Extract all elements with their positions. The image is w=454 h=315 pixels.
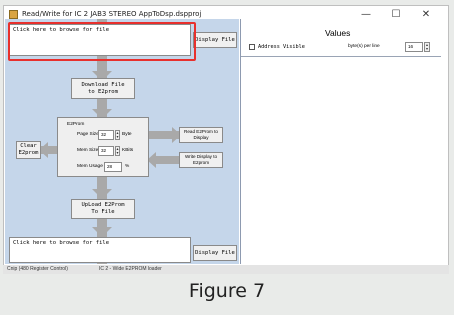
mem-size-spinner[interactable]: ▴ ▾ xyxy=(115,146,120,156)
mem-usage-label: Mem Usage xyxy=(77,164,103,169)
eeprom-panel: E2Prom Page Size 32 ▴ ▾ Byte Mem Size 32 … xyxy=(57,117,149,177)
arrow-down-icon xyxy=(92,227,112,237)
mem-size-input[interactable]: 32 xyxy=(98,146,114,156)
mem-usage-value: 28 xyxy=(104,162,122,172)
bytes-per-line-spinner[interactable]: ▴ ▾ xyxy=(424,42,430,52)
status-text-left: Cnip (480 Register Control) xyxy=(7,266,68,272)
clear-eeprom-button[interactable]: Clear E2prom xyxy=(16,141,41,159)
status-text-right: IC 2 - Wide E2PROM loader xyxy=(99,266,162,272)
annotation-highlight xyxy=(8,22,196,61)
arrow-down-icon xyxy=(92,189,112,199)
app-icon xyxy=(9,10,18,19)
address-visible-label: Address Visible xyxy=(258,44,305,50)
bottom-display-file-button[interactable]: Display File xyxy=(193,245,237,261)
address-visible-checkbox[interactable] xyxy=(249,44,255,50)
values-panel: Values Address Visible byte(s) per line … xyxy=(240,19,441,264)
values-display-area[interactable] xyxy=(241,57,441,264)
status-bar: Cnip (480 Register Control) IC 2 - Wide … xyxy=(3,265,449,274)
page-size-input[interactable]: 32 xyxy=(98,130,114,140)
bytes-per-line-input[interactable]: 16 xyxy=(405,42,423,52)
bottom-file-path-input[interactable]: Click here to browse for file xyxy=(9,237,191,263)
mem-usage-unit: % xyxy=(125,164,130,169)
top-display-file-button[interactable]: Display File xyxy=(193,32,237,48)
read-eeprom-to-display-button[interactable]: Read E2Prom to Display xyxy=(179,127,223,143)
mem-size-unit: KBits xyxy=(122,148,134,153)
flow-pipe-write xyxy=(155,156,179,164)
mem-size-label: Mem Size xyxy=(77,148,99,153)
download-file-to-eeprom-button[interactable]: Download File to E2prom xyxy=(71,78,135,99)
values-title: Values xyxy=(325,28,351,38)
window-title: Read/Write for IC 2 JAB3 STEREO AppToDsp… xyxy=(22,10,202,18)
write-display-to-eeprom-button[interactable]: Write Display to E2prom xyxy=(179,152,223,168)
bytes-per-line-label: byte(s) per line xyxy=(348,44,380,49)
upload-eeprom-to-file-button[interactable]: UpLoad E2Prom To File xyxy=(71,199,135,219)
page-size-label: Page Size xyxy=(77,132,99,137)
page-size-unit: Byte xyxy=(122,132,132,137)
figure-caption: Figure 7 xyxy=(188,280,266,302)
page-size-spinner[interactable]: ▴ ▾ xyxy=(115,130,120,140)
eeprom-panel-title: E2Prom xyxy=(67,122,85,127)
